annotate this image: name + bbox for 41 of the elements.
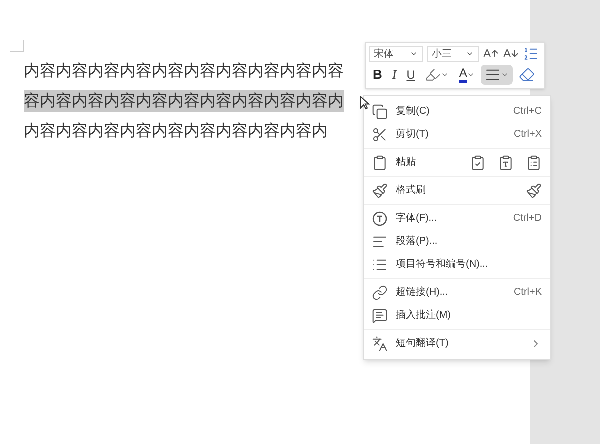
menu-item[interactable]: 剪切(T) Ctrl+X <box>364 123 550 146</box>
eraser-icon <box>519 67 536 83</box>
caret-icon <box>441 71 450 79</box>
caret-icon <box>410 50 418 58</box>
bold-button[interactable]: B <box>369 65 386 85</box>
paintbrush-icon <box>372 182 388 198</box>
paste-keep-format-icon[interactable] <box>470 154 486 170</box>
menu-item[interactable]: 字体(F)... Ctrl+D <box>364 207 550 230</box>
underline-button[interactable]: U <box>402 65 420 85</box>
menu-item[interactable]: 段落(P)... <box>364 230 550 253</box>
translate-icon <box>372 336 388 352</box>
paste-only-icon[interactable] <box>526 154 542 170</box>
menu-item[interactable]: 粘贴 <box>364 151 550 174</box>
link-icon <box>372 284 388 300</box>
clipboard-icon <box>372 154 388 170</box>
paintbrush-icon[interactable] <box>526 182 542 198</box>
line-spacing-icon[interactable] <box>523 46 539 62</box>
caret-icon <box>466 50 474 58</box>
align-button[interactable] <box>481 65 514 85</box>
caret-icon <box>501 71 510 79</box>
menu-item[interactable]: 超链接(H)... Ctrl+K <box>364 281 550 304</box>
align-justify-icon <box>485 67 502 83</box>
menu-item[interactable]: 短句翻译(T) <box>364 332 550 355</box>
margin-corner-mark <box>10 40 24 52</box>
copy-icon <box>372 104 388 120</box>
font-color-button[interactable]: A <box>455 65 480 85</box>
scissors-icon <box>372 126 388 142</box>
highlighter-icon <box>425 67 442 83</box>
font-size-dropdown[interactable]: 小三 <box>427 46 479 62</box>
menu-item[interactable]: 插入批注(M) <box>364 304 550 327</box>
menu-item[interactable]: 格式刷 <box>364 179 550 202</box>
menu-item[interactable]: 复制(C) Ctrl+C <box>364 100 550 123</box>
paste-text-icon[interactable] <box>498 154 514 170</box>
italic-button[interactable]: I <box>388 65 401 85</box>
comment-icon <box>372 308 388 324</box>
menu-item[interactable]: 项目符号和编号(N)... <box>364 253 550 276</box>
caret-icon <box>467 71 476 79</box>
document-text-line: 内容内容内容内容内容内容内容内容内容内容 <box>24 60 344 82</box>
font-circle-icon <box>372 210 388 226</box>
document-text-line: 内容内容内容内容内容内容内容内容内容内 <box>24 120 328 142</box>
font-name-dropdown[interactable]: 宋体 <box>369 46 423 62</box>
